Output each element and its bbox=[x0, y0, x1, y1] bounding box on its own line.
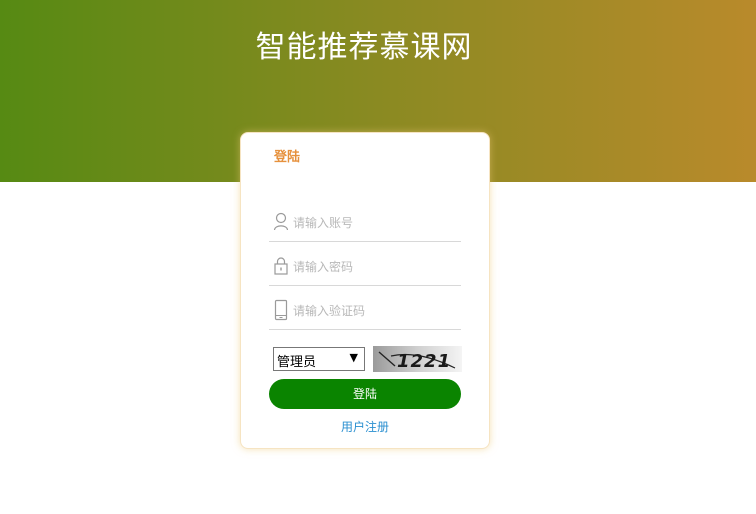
password-field bbox=[269, 251, 461, 286]
captcha-input[interactable] bbox=[293, 301, 457, 321]
login-card-title: 登陆 bbox=[274, 150, 301, 165]
captcha-image[interactable]: 1221 bbox=[373, 346, 462, 372]
captcha-field bbox=[269, 295, 461, 330]
register-link[interactable]: 用户注册 bbox=[241, 418, 489, 435]
lock-icon bbox=[273, 255, 289, 277]
phone-icon bbox=[273, 299, 289, 321]
login-card: 登陆 管理员 ▼ bbox=[240, 132, 490, 449]
login-button[interactable]: 登陆 bbox=[269, 379, 461, 409]
password-input[interactable] bbox=[293, 257, 457, 277]
username-input[interactable] bbox=[293, 213, 457, 233]
role-select-value: 管理员 bbox=[277, 355, 317, 370]
dropdown-arrow-icon: ▼ bbox=[349, 351, 358, 364]
username-field bbox=[269, 207, 461, 242]
user-icon bbox=[273, 211, 289, 233]
role-select[interactable]: 管理员 ▼ bbox=[273, 347, 365, 371]
site-title: 智能推荐慕课网 bbox=[255, 30, 473, 65]
captcha-text: 1221 bbox=[397, 351, 451, 372]
